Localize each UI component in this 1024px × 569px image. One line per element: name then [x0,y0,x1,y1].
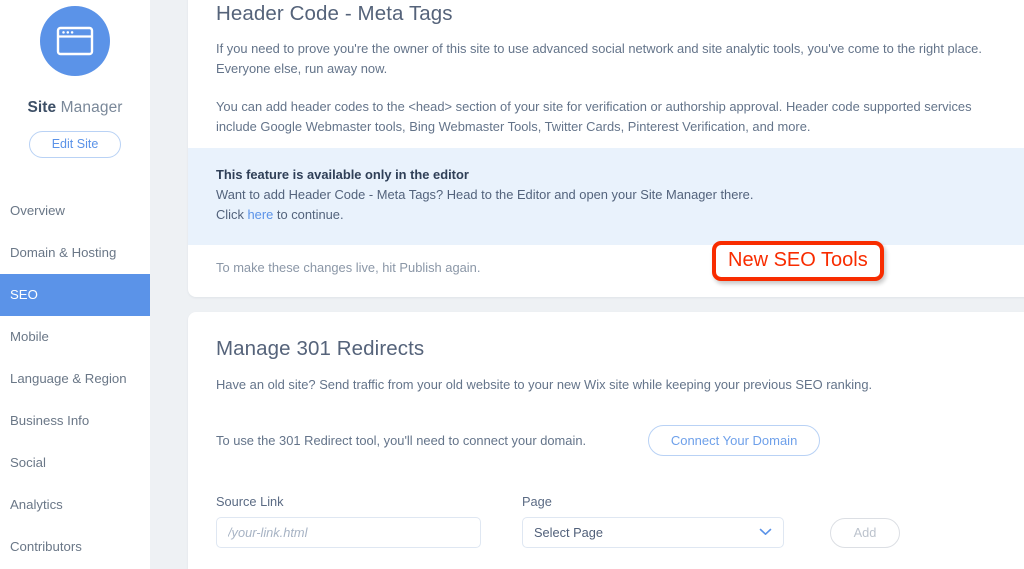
brand-block: Site Manager Edit Site [0,0,150,158]
info-box-line-2-suffix: to continue. [273,207,344,222]
info-box-line-2: Click here to continue. [216,205,1004,225]
header-code-title: Header Code - Meta Tags [216,2,453,25]
source-link-label: Source Link [216,493,284,509]
redirect-form-row: Source Link Page Select Page [216,494,1004,548]
sidebar: Site Manager Edit Site Overview Domain &… [0,0,150,569]
brand-title-light: Manager [56,99,123,116]
sidebar-item-contributors[interactable]: Contributors [0,526,150,568]
new-seo-tools-annotation: New SEO Tools [712,241,884,281]
header-code-paragraph-1: If you need to prove you're the owner of… [216,41,982,76]
source-link-input[interactable] [216,516,481,548]
browser-window-icon [40,6,110,76]
sidebar-nav: Overview Domain & Hosting SEO Mobile Lan… [0,190,150,568]
header-code-card: Header Code - Meta Tags If you need to p… [188,0,1024,297]
info-box-title: This feature is available only in the ed… [216,167,469,182]
info-box-line-2-prefix: Click [216,207,248,222]
main-content: Header Code - Meta Tags If you need to p… [150,0,1024,569]
connect-domain-row: To use the 301 Redirect tool, you'll nee… [216,424,1004,456]
site-manager-page: Site Manager Edit Site Overview Domain &… [0,0,1024,569]
add-redirect-button[interactable]: Add [830,517,900,548]
source-link-field: Source Link [216,494,481,548]
brand-title-strong: Site [27,99,57,116]
sidebar-item-domain-hosting[interactable]: Domain & Hosting [0,232,150,274]
sidebar-item-business-info[interactable]: Business Info [0,400,150,442]
editor-only-info-box: This feature is available only in the ed… [188,148,1024,245]
redirects-description: Have an old site? Send traffic from your… [216,377,873,392]
sidebar-item-social[interactable]: Social [0,442,150,484]
manage-301-redirects-card: Manage 301 Redirects Have an old site? S… [188,312,1024,569]
page-select-value: Select Page [534,524,604,540]
page-label: Page [522,493,552,509]
header-code-paragraph-2: You can add header codes to the <head> s… [216,99,972,134]
connect-your-domain-button[interactable]: Connect Your Domain [648,424,821,456]
info-box-here-link[interactable]: here [248,207,274,222]
connect-domain-note: To use the 301 Redirect tool, you'll nee… [216,433,587,449]
page-select[interactable]: Select Page [522,516,784,548]
edit-site-button[interactable]: Edit Site [29,131,121,158]
sidebar-item-seo[interactable]: SEO [0,274,150,316]
sidebar-item-language-region[interactable]: Language & Region [0,358,150,400]
redirects-title: Manage 301 Redirects [216,337,425,360]
page-field: Page Select Page [522,494,784,548]
sidebar-item-overview[interactable]: Overview [0,190,150,232]
brand-title: Site Manager [27,99,122,117]
sidebar-item-analytics[interactable]: Analytics [0,484,150,526]
info-box-line-1: Want to add Header Code - Meta Tags? Hea… [216,187,754,202]
sidebar-item-mobile[interactable]: Mobile [0,316,150,358]
page-select-wrapper: Select Page [522,516,784,548]
publish-note: To make these changes live, hit Publish … [216,260,481,275]
